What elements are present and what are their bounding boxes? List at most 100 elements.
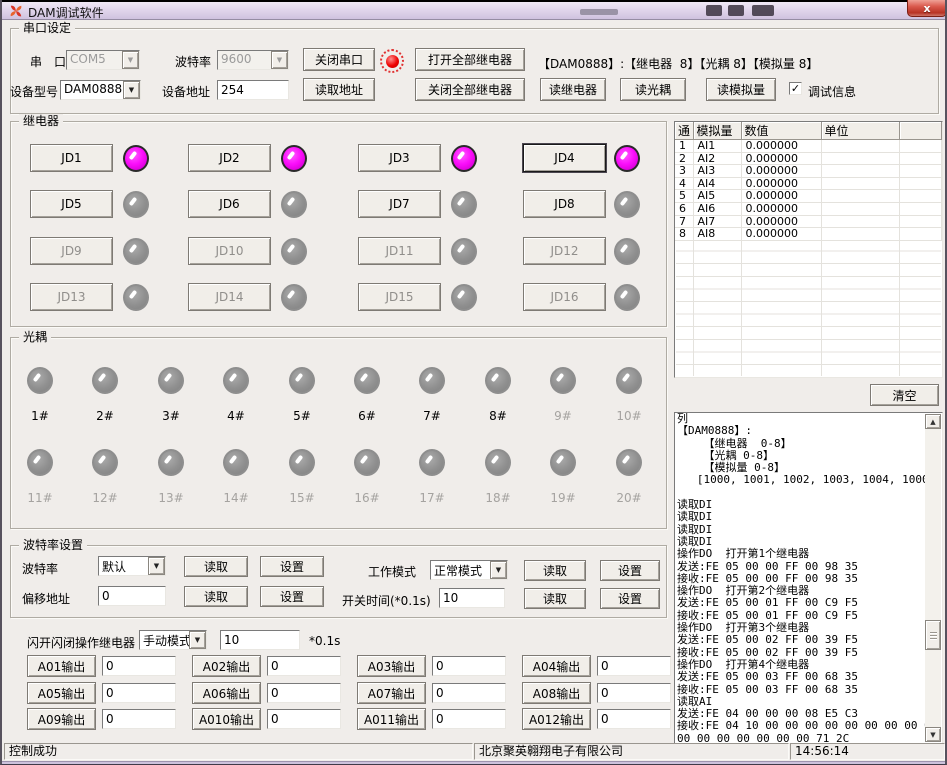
col-header-unit[interactable]: 单位 bbox=[821, 122, 899, 140]
analog-output-button-a04[interactable]: A04输出 bbox=[522, 655, 591, 677]
analog-table-row[interactable]: 5AI50.000000 bbox=[675, 190, 942, 203]
clear-log-button[interactable]: 清空 bbox=[870, 384, 939, 406]
offset-read-button[interactable]: 读取 bbox=[184, 586, 248, 607]
close-button[interactable]: x bbox=[907, 0, 947, 17]
analog-table-row[interactable]: 6AI60.000000 bbox=[675, 202, 942, 215]
open-all-relays-button[interactable]: 打开全部继电器 bbox=[415, 48, 525, 71]
switch-time-field[interactable] bbox=[439, 588, 505, 608]
relay-button-jd8[interactable]: JD8 bbox=[523, 190, 606, 218]
col-header-extra[interactable] bbox=[899, 122, 942, 140]
read-address-button[interactable]: 读取地址 bbox=[303, 78, 375, 101]
relay-button-jd11[interactable]: JD11 bbox=[358, 237, 441, 265]
analog-table-row[interactable]: 4AI40.000000 bbox=[675, 177, 942, 190]
switchtime-set-button[interactable]: 设置 bbox=[600, 588, 660, 609]
com-port-select[interactable]: COM5 ▼ bbox=[66, 50, 140, 70]
relay-button-jd13[interactable]: JD13 bbox=[30, 283, 113, 311]
relay-lamp-jd16 bbox=[614, 284, 640, 311]
analog-output-field-a05[interactable] bbox=[102, 683, 176, 703]
relay-lamp-jd14 bbox=[281, 284, 307, 311]
flash-mode-select[interactable]: 手动模式 ▼ bbox=[139, 630, 207, 650]
col-header-channel[interactable]: 通 bbox=[675, 122, 693, 140]
device-model-select[interactable]: DAM0888 ▼ bbox=[60, 80, 141, 100]
com-port-label: 串 口 bbox=[30, 53, 66, 70]
relay-button-jd12[interactable]: JD12 bbox=[523, 237, 606, 265]
relay-button-jd14[interactable]: JD14 bbox=[188, 283, 271, 311]
analog-output-button-a09[interactable]: A09输出 bbox=[27, 708, 96, 730]
work-mode-select[interactable]: 正常模式 ▼ bbox=[430, 560, 508, 580]
read-analog-button[interactable]: 读模拟量 bbox=[706, 78, 776, 101]
read-relay-button[interactable]: 读继电器 bbox=[540, 78, 606, 101]
analog-output-field-a07[interactable] bbox=[432, 683, 506, 703]
analog-output-button-a08[interactable]: A08输出 bbox=[522, 682, 591, 704]
workmode-set-button[interactable]: 设置 bbox=[600, 560, 660, 581]
relay-button-jd9[interactable]: JD9 bbox=[30, 237, 113, 265]
analog-table-row[interactable]: 2AI20.000000 bbox=[675, 152, 942, 165]
analog-output-field-a09[interactable] bbox=[102, 709, 176, 729]
analog-output-button-a012[interactable]: A012输出 bbox=[522, 708, 591, 730]
analog-output-button-a03[interactable]: A03输出 bbox=[357, 655, 426, 677]
debug-log[interactable]: 列 【DAM0888】: 【继电器 0-8】 【光耦 0-8】 【模拟量 0-8… bbox=[674, 412, 943, 744]
relay-lamp-jd12 bbox=[614, 238, 640, 265]
opto-lamp-19 bbox=[550, 449, 576, 476]
analog-output-field-a01[interactable] bbox=[102, 656, 176, 676]
analog-output-field-a010[interactable] bbox=[267, 709, 341, 729]
chevron-down-icon: ▼ bbox=[148, 557, 165, 575]
close-serial-button[interactable]: 关闭串口 bbox=[303, 48, 375, 71]
log-scrollbar[interactable]: ▲ ▼ bbox=[925, 414, 941, 742]
relay-lamp-jd1 bbox=[123, 145, 149, 172]
analog-output-button-a02[interactable]: A02输出 bbox=[192, 655, 261, 677]
opto-lamp-8 bbox=[485, 367, 511, 394]
opto-label-15: 15# bbox=[285, 491, 319, 505]
close-all-relays-button[interactable]: 关闭全部继电器 bbox=[415, 78, 525, 101]
offset-address-field[interactable] bbox=[98, 586, 166, 606]
analog-output-button-a05[interactable]: A05输出 bbox=[27, 682, 96, 704]
analog-output-field-a08[interactable] bbox=[597, 683, 671, 703]
titlebar[interactable]: DAM调试软件 bbox=[2, 2, 945, 20]
flash-time-field[interactable] bbox=[220, 630, 300, 650]
debug-info-checkbox[interactable]: ✓ bbox=[789, 82, 802, 95]
relay-button-jd15[interactable]: JD15 bbox=[358, 283, 441, 311]
device-model-value: DAM0888 bbox=[61, 81, 123, 99]
baud-rate-select[interactable]: 9600 ▼ bbox=[217, 50, 289, 70]
scroll-up-button[interactable]: ▲ bbox=[925, 414, 941, 429]
analog-output-field-a02[interactable] bbox=[267, 656, 341, 676]
relay-lamp-jd7 bbox=[451, 191, 477, 218]
analog-table-row[interactable]: 1AI10.000000 bbox=[675, 140, 942, 153]
relay-button-jd7[interactable]: JD7 bbox=[358, 190, 441, 218]
baud-read-button[interactable]: 读取 bbox=[184, 556, 248, 577]
relay-button-jd16[interactable]: JD16 bbox=[523, 283, 606, 311]
analog-output-button-a01[interactable]: A01输出 bbox=[27, 655, 96, 677]
workmode-read-button[interactable]: 读取 bbox=[524, 560, 586, 581]
analog-output-field-a04[interactable] bbox=[597, 656, 671, 676]
col-header-value[interactable]: 数值 bbox=[741, 122, 821, 140]
analog-output-button-a011[interactable]: A011输出 bbox=[357, 708, 426, 730]
analog-output-field-a03[interactable] bbox=[432, 656, 506, 676]
baud-setting-select[interactable]: 默认 ▼ bbox=[98, 556, 166, 576]
analog-output-button-a06[interactable]: A06输出 bbox=[192, 682, 261, 704]
device-address-field[interactable] bbox=[217, 80, 289, 100]
relay-button-jd6[interactable]: JD6 bbox=[188, 190, 271, 218]
relay-button-jd2[interactable]: JD2 bbox=[188, 144, 271, 172]
opto-label-2: 2# bbox=[88, 409, 122, 423]
relay-button-jd3[interactable]: JD3 bbox=[358, 144, 441, 172]
analog-output-field-a012[interactable] bbox=[597, 709, 671, 729]
relay-button-jd10[interactable]: JD10 bbox=[188, 237, 271, 265]
analog-table-row[interactable]: 7AI70.000000 bbox=[675, 215, 942, 228]
relay-button-jd1[interactable]: JD1 bbox=[30, 144, 113, 172]
relay-button-jd4[interactable]: JD4 bbox=[523, 144, 606, 172]
offset-set-button[interactable]: 设置 bbox=[260, 586, 324, 607]
analog-output-button-a07[interactable]: A07输出 bbox=[357, 682, 426, 704]
scrollbar-thumb[interactable] bbox=[925, 620, 941, 650]
relay-button-jd5[interactable]: JD5 bbox=[30, 190, 113, 218]
baud-set-button[interactable]: 设置 bbox=[260, 556, 324, 577]
analog-table-row[interactable]: 3AI30.000000 bbox=[675, 165, 942, 178]
col-header-analog[interactable]: 模拟量 bbox=[693, 122, 741, 140]
analog-output-field-a06[interactable] bbox=[267, 683, 341, 703]
chevron-down-icon: ▼ bbox=[189, 631, 206, 649]
analog-output-button-a010[interactable]: A010输出 bbox=[192, 708, 261, 730]
flash-time-unit-label: *0.1s bbox=[309, 634, 340, 648]
switchtime-read-button[interactable]: 读取 bbox=[524, 588, 586, 609]
read-opto-button[interactable]: 读光耦 bbox=[620, 78, 686, 101]
analog-output-field-a011[interactable] bbox=[432, 709, 506, 729]
scroll-down-button[interactable]: ▼ bbox=[925, 727, 941, 742]
